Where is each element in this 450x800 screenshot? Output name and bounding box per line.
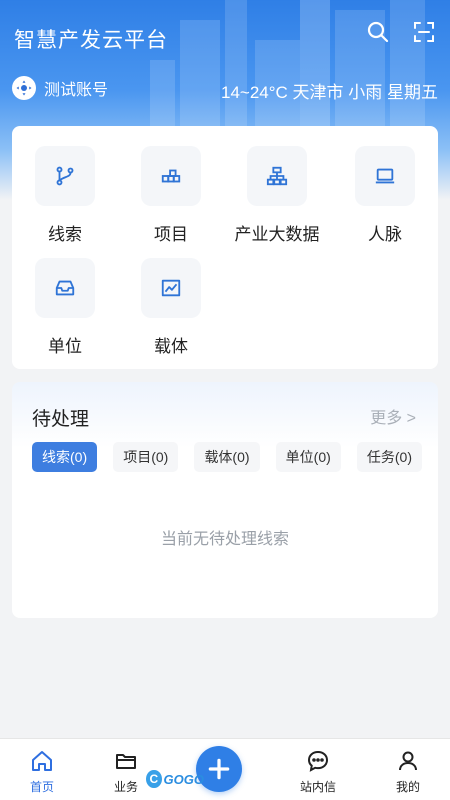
watermark-text: GOGO — [163, 771, 204, 787]
menu-label: 人脉 — [368, 225, 402, 244]
menu-item-contacts[interactable]: 人脉 — [332, 146, 438, 245]
feature-menu: 线索 项目 产业大数据 人脉 单位 载体 — [12, 126, 438, 369]
nav-label: 站内信 — [299, 780, 336, 794]
watermark-logo: C GOGO — [146, 768, 204, 790]
laptop-icon — [375, 168, 395, 184]
menu-label: 项目 — [154, 225, 188, 244]
menu-item-units[interactable]: 单位 — [12, 258, 118, 357]
plus-icon — [208, 758, 230, 780]
menu-item-clues[interactable]: 线索 — [12, 146, 118, 245]
search-button[interactable] — [364, 18, 392, 46]
empty-state-text: 当前无待处理线索 — [160, 531, 289, 548]
message-icon — [307, 750, 329, 772]
nav-messages[interactable]: 站内信 — [283, 749, 353, 795]
menu-item-projects[interactable]: 项目 — [118, 146, 224, 245]
branch-icon — [56, 166, 74, 186]
org-chart-icon — [266, 166, 288, 186]
tab-clues[interactable]: 线索(0) — [32, 442, 98, 472]
nav-home[interactable]: 首页 — [7, 749, 77, 795]
menu-item-industry-data[interactable]: 产业大数据 — [224, 146, 330, 245]
nav-label: 首页 — [29, 780, 54, 794]
skyline-decoration — [180, 20, 220, 130]
menu-label: 单位 — [48, 337, 82, 356]
blocks-icon — [161, 169, 181, 183]
account-switcher[interactable]: 测试账号 — [12, 76, 108, 100]
pending-tabs: 线索(0) 项目(0) 载体(0) 单位(0) 任务(0) — [32, 442, 422, 472]
weather-info: 14~24°C 天津市 小雨 星期五 — [221, 83, 438, 102]
menu-label: 产业大数据 — [234, 225, 320, 244]
search-icon — [367, 21, 389, 43]
scan-button[interactable] — [410, 18, 438, 46]
account-label: 测试账号 — [44, 82, 109, 99]
account-icon — [12, 76, 36, 100]
menu-label: 线索 — [48, 225, 82, 244]
user-icon — [399, 751, 417, 771]
menu-item-carriers[interactable]: 载体 — [118, 258, 224, 357]
pending-panel: 待处理 更多 > 线索(0) 项目(0) 载体(0) 单位(0) 任务(0) 当… — [12, 382, 438, 618]
menu-label: 载体 — [154, 337, 188, 356]
tab-units[interactable]: 单位(0) — [275, 442, 341, 472]
skyline-decoration — [150, 60, 175, 130]
home-icon — [32, 751, 52, 771]
folder-icon — [116, 754, 136, 769]
pending-title: 待处理 — [32, 409, 90, 430]
scan-icon — [414, 22, 434, 42]
tab-tasks[interactable]: 任务(0) — [356, 442, 422, 472]
app-title: 智慧产发云平台 — [14, 29, 168, 52]
inbox-icon — [55, 280, 75, 296]
skyline-decoration — [225, 0, 247, 130]
skyline-decoration — [300, 0, 330, 130]
tab-projects[interactable]: 项目(0) — [113, 442, 179, 472]
tab-carriers[interactable]: 载体(0) — [194, 442, 260, 472]
nav-label: 我的 — [395, 780, 420, 794]
more-link[interactable]: 更多 > — [370, 404, 416, 428]
watermark-c-icon: C — [146, 770, 162, 788]
trend-chart-icon — [161, 279, 181, 297]
nav-profile[interactable]: 我的 — [373, 749, 443, 795]
